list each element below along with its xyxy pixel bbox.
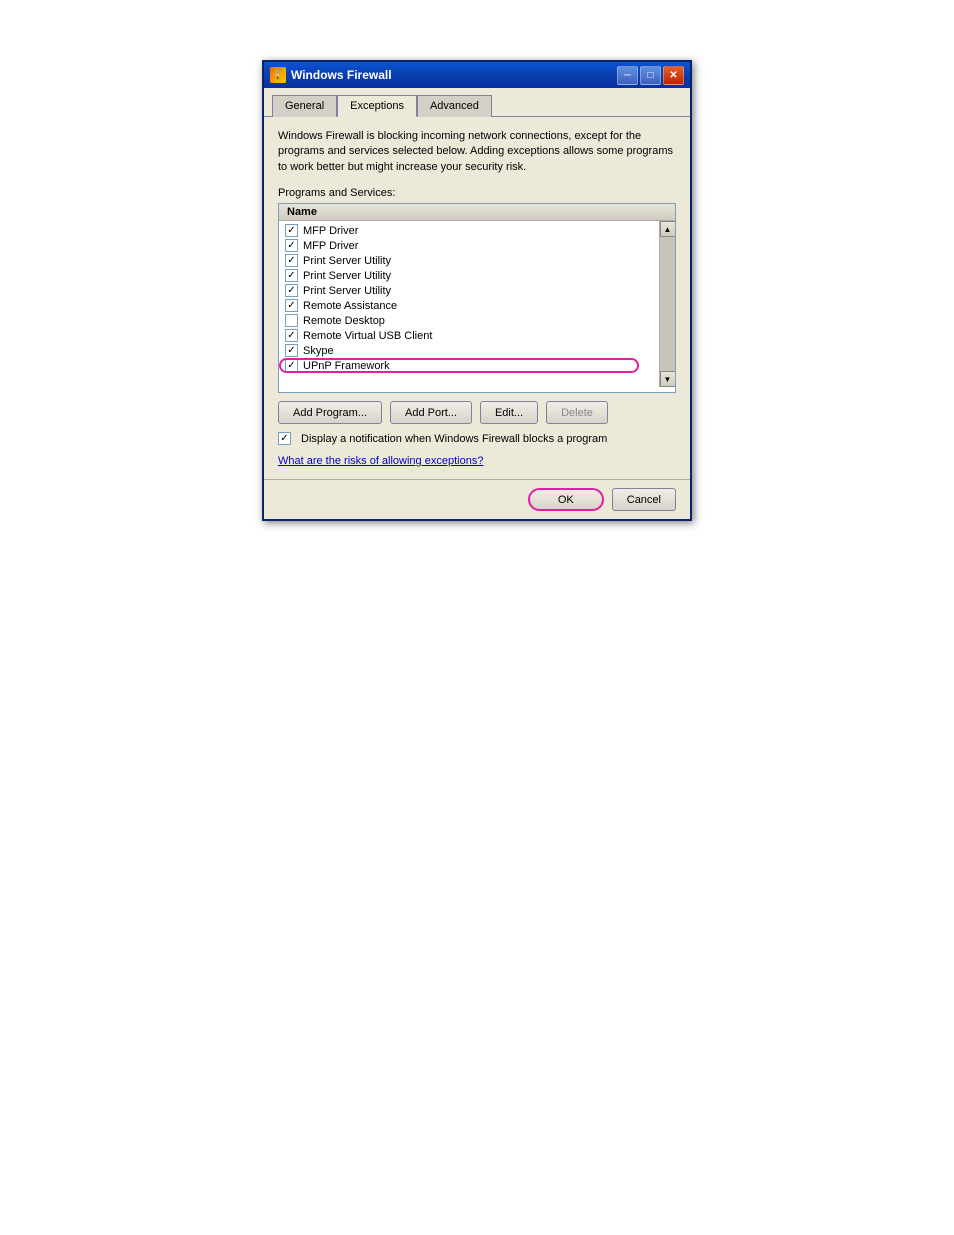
list-items: MFP Driver MFP Driver Print Server Utility… — [279, 221, 675, 375]
list-item-checkbox[interactable] — [285, 224, 298, 237]
list-item-label: Remote Desktop — [303, 315, 385, 327]
scroll-down-button[interactable]: ▼ — [660, 371, 676, 387]
scrollbar[interactable]: ▲ ▼ — [659, 221, 675, 387]
list-item[interactable]: MFP Driver — [279, 238, 657, 253]
list-item[interactable]: Print Server Utility — [279, 283, 657, 298]
window-icon: 🔒 — [270, 67, 286, 83]
exceptions-link[interactable]: What are the risks of allowing exception… — [278, 455, 483, 467]
list-item-label: MFP Driver — [303, 240, 358, 252]
title-buttons: ─ □ ✕ — [617, 66, 684, 85]
list-item-checkbox[interactable] — [285, 239, 298, 252]
description-text: Windows Firewall is blocking incoming ne… — [278, 129, 676, 175]
list-item[interactable]: Remote Virtual USB Client — [279, 328, 657, 343]
add-port-button[interactable]: Add Port... — [390, 401, 472, 424]
title-bar-left: 🔒 Windows Firewall — [270, 67, 392, 83]
list-item-label: MFP Driver — [303, 225, 358, 237]
list-item-checkbox[interactable] — [285, 314, 298, 327]
content-area: Windows Firewall is blocking incoming ne… — [264, 117, 690, 479]
maximize-button[interactable]: □ — [640, 66, 661, 85]
list-item-checkbox[interactable] — [285, 344, 298, 357]
cancel-button[interactable]: Cancel — [612, 488, 676, 511]
list-item-checkbox[interactable] — [285, 329, 298, 342]
title-bar: 🔒 Windows Firewall ─ □ ✕ — [264, 62, 690, 88]
scroll-track — [660, 237, 675, 371]
tab-general[interactable]: General — [272, 95, 337, 117]
list-item[interactable]: MFP Driver — [279, 223, 657, 238]
windows-firewall-dialog: 🔒 Windows Firewall ─ □ ✕ General Excepti… — [262, 60, 692, 521]
list-item-label: Remote Virtual USB Client — [303, 330, 432, 342]
minimize-button[interactable]: ─ — [617, 66, 638, 85]
list-item[interactable]: Remote Assistance — [279, 298, 657, 313]
list-item[interactable]: Skype — [279, 343, 657, 358]
footer-area: OK Cancel — [264, 479, 690, 519]
action-buttons-row: Add Program... Add Port... Edit... Delet… — [278, 401, 676, 424]
notification-label: Display a notification when Windows Fire… — [301, 433, 607, 445]
exceptions-link-container: What are the risks of allowing exception… — [278, 455, 676, 467]
list-item[interactable]: Remote Desktop — [279, 313, 657, 328]
list-item-label: Print Server Utility — [303, 270, 391, 282]
add-program-button[interactable]: Add Program... — [278, 401, 382, 424]
programs-list-box: Name MFP Driver MFP Driver Print Server Ut… — [278, 203, 676, 393]
list-item-checkbox[interactable] — [285, 299, 298, 312]
list-item-label: UPnP Framework — [303, 360, 390, 372]
section-label: Programs and Services: — [278, 187, 676, 199]
close-button[interactable]: ✕ — [663, 66, 684, 85]
window-title: Windows Firewall — [291, 68, 392, 82]
list-header: Name — [279, 204, 675, 221]
list-item-label: Print Server Utility — [303, 255, 391, 267]
list-item[interactable]: Print Server Utility — [279, 268, 657, 283]
list-item-label: Print Server Utility — [303, 285, 391, 297]
delete-button[interactable]: Delete — [546, 401, 608, 424]
notification-checkbox[interactable] — [278, 432, 291, 445]
ok-button[interactable]: OK — [528, 488, 604, 511]
list-item[interactable]: Print Server Utility — [279, 253, 657, 268]
list-item-label: Remote Assistance — [303, 300, 397, 312]
list-item-checkbox[interactable] — [285, 254, 298, 267]
tab-advanced[interactable]: Advanced — [417, 95, 492, 117]
scroll-up-button[interactable]: ▲ — [660, 221, 676, 237]
list-item-checkbox[interactable] — [285, 269, 298, 282]
list-item[interactable]: UPnP Framework — [279, 358, 657, 373]
list-item-checkbox[interactable] — [285, 284, 298, 297]
tab-exceptions[interactable]: Exceptions — [337, 95, 417, 117]
tabs-bar: General Exceptions Advanced — [264, 88, 690, 117]
edit-button[interactable]: Edit... — [480, 401, 538, 424]
notification-row: Display a notification when Windows Fire… — [278, 432, 676, 445]
list-item-label: Skype — [303, 345, 334, 357]
list-item-checkbox[interactable] — [285, 359, 298, 372]
